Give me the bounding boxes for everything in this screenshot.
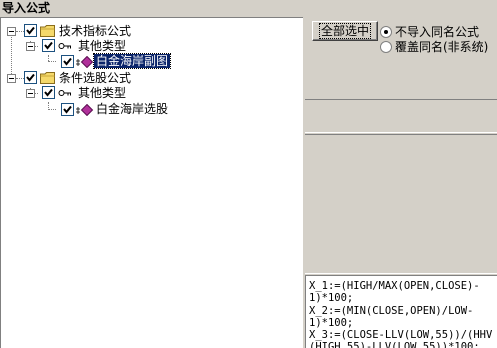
info-panel-top (305, 99, 497, 133)
key-icon (58, 90, 71, 96)
collapse-toggle-icon[interactable] (7, 27, 16, 36)
window-titlebar: 导入公式 (0, 0, 497, 17)
tree-node-other-types-2[interactable]: 其他类型 (1, 85, 301, 101)
options-panel: 全部选中 不导入同名公式 覆盖同名(非系统) X_1:=(HIGH/MAX(OP… (305, 17, 497, 348)
tree-node-label: 白金海岸选股 (96, 102, 169, 116)
key-icon (58, 43, 71, 49)
tree-node-label: 条件选股公式 (59, 71, 132, 85)
select-all-button[interactable]: 全部选中 (312, 21, 378, 41)
checkbox[interactable] (61, 55, 74, 68)
collapse-toggle-icon[interactable] (26, 89, 35, 98)
radio-skip-duplicates[interactable] (380, 26, 392, 38)
tree-node-label: 其他类型 (78, 39, 127, 53)
checkbox[interactable] (42, 86, 55, 99)
select-all-label: 全部选中 (318, 22, 372, 39)
tree-node-formula-baijin-screen[interactable]: 白金海岸选股 (1, 101, 301, 117)
checkbox[interactable] (24, 24, 37, 37)
tree-node-label: 白金海岸副图 (92, 53, 172, 69)
tree-node-stock-screening[interactable]: 条件选股公式 (1, 70, 301, 86)
checkbox[interactable] (61, 103, 74, 116)
formula-gem-icon (76, 104, 94, 116)
window-title: 导入公式 (2, 1, 51, 15)
radio-overwrite-duplicates[interactable] (380, 41, 392, 53)
formula-preview[interactable]: X_1:=(HIGH/MAX(OPEN,CLOSE)- 1)*100; X_2:… (305, 275, 497, 348)
tree-node-label: 技术指标公式 (59, 24, 132, 38)
radio-skip-duplicates-label: 不导入同名公式 (395, 25, 480, 39)
folder-icon (40, 25, 55, 37)
collapse-toggle-icon[interactable] (7, 74, 16, 83)
info-panel-middle (305, 134, 497, 274)
formula-tree[interactable]: 技术指标公式 其他类型 白金海岸副图 条件选股公式 其他类型 白金海岸选股 (0, 17, 303, 348)
tree-node-other-types-1[interactable]: 其他类型 (1, 38, 301, 54)
radio-overwrite-duplicates-label: 覆盖同名(非系统) (395, 40, 489, 54)
checkbox[interactable] (42, 39, 55, 52)
tree-node-formula-baijin-chart[interactable]: 白金海岸副图 (1, 53, 301, 69)
checkbox[interactable] (24, 71, 37, 84)
collapse-toggle-icon[interactable] (26, 42, 35, 51)
tree-node-label: 其他类型 (78, 86, 127, 100)
tree-node-tech-indicators[interactable]: 技术指标公式 (1, 23, 301, 39)
folder-icon (40, 72, 55, 84)
formula-gem-icon (76, 56, 94, 68)
